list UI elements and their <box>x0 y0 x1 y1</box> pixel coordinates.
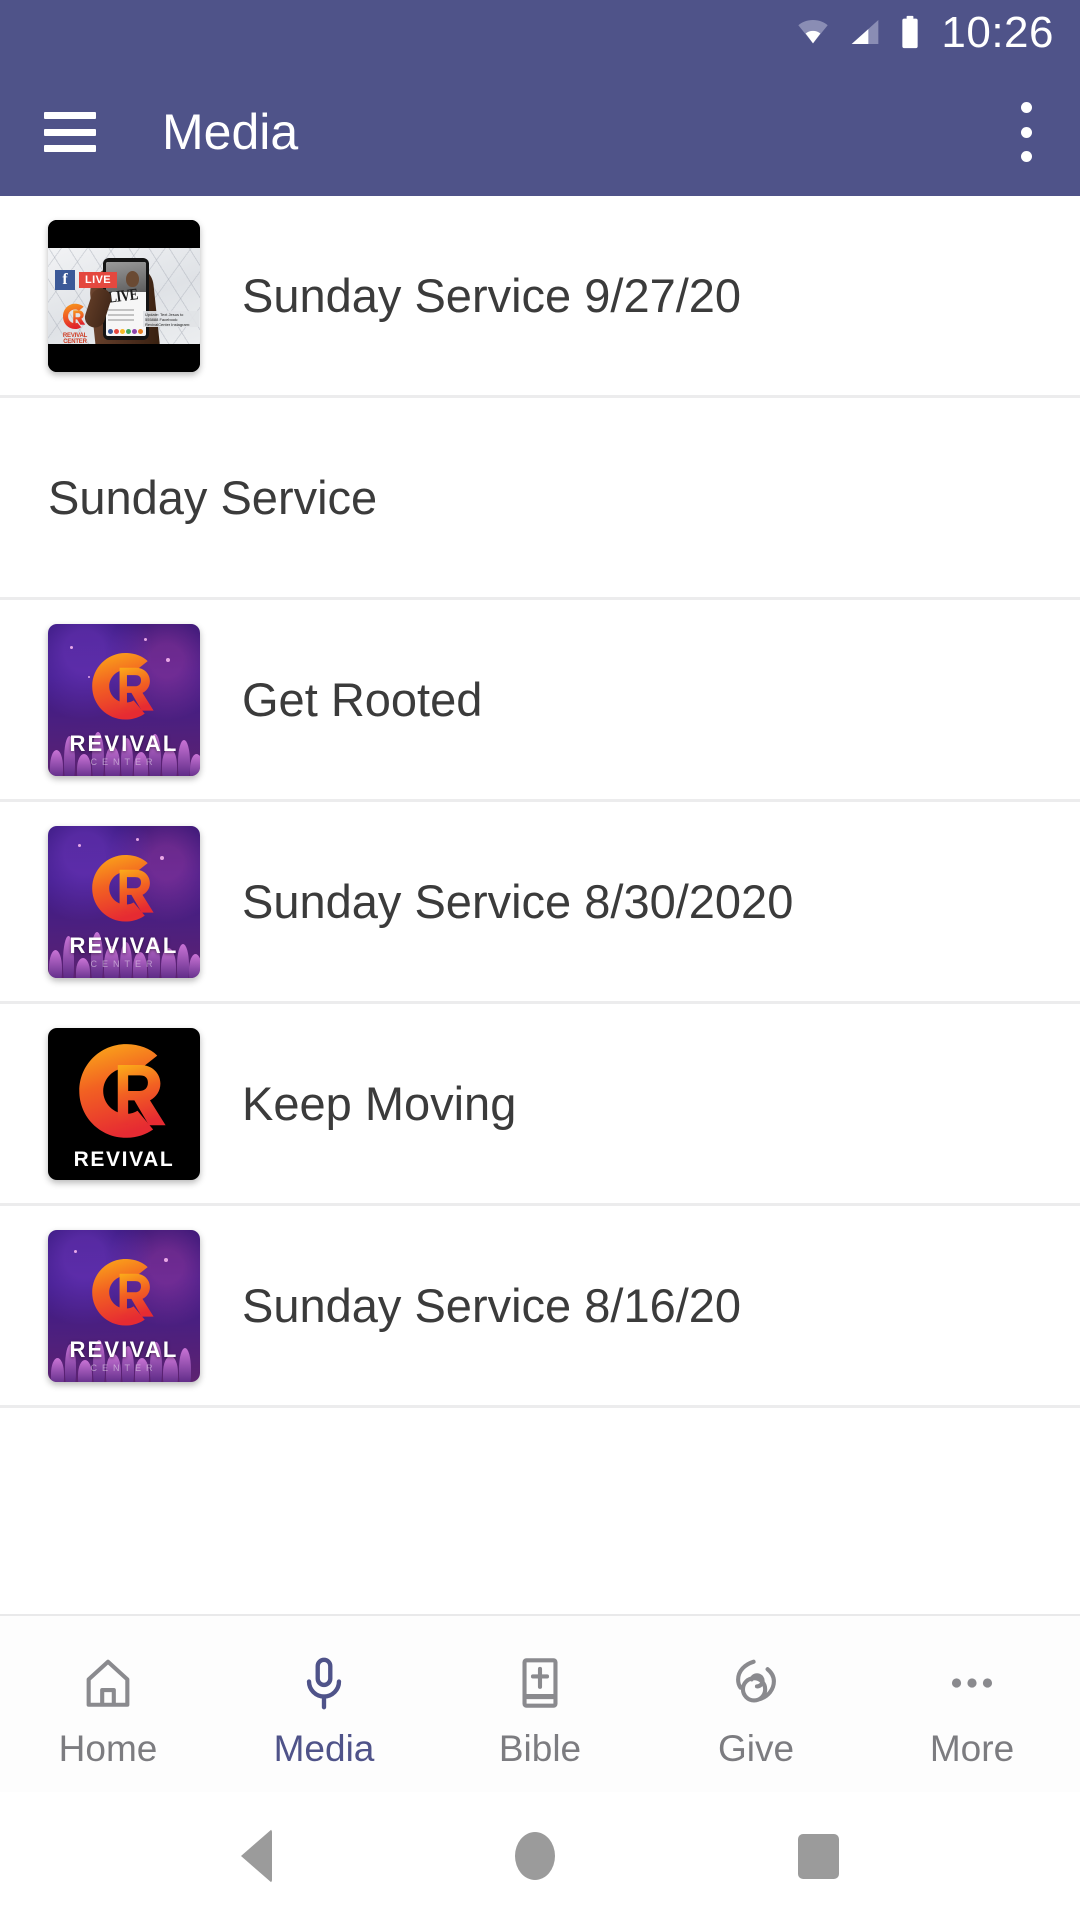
list-item-title: Sunday Service 8/30/2020 <box>242 874 794 928</box>
revival-r-monogram-icon <box>48 1256 200 1335</box>
nav-tab-more[interactable]: More <box>864 1616 1080 1792</box>
home-circle-icon <box>514 1832 555 1880</box>
thumbnail-caption: Update: Text Jesus to 555888 Facebook: R… <box>143 310 199 327</box>
hamburger-bar <box>44 128 96 136</box>
hamburger-menu-icon[interactable] <box>44 112 96 152</box>
list-item[interactable]: REVIVAL Keep Moving <box>0 1004 1080 1206</box>
media-list[interactable]: f LIVE REVIVAL CENTER LIVE Update: Text … <box>0 196 1080 1614</box>
nav-tab-label: Give <box>717 1727 795 1769</box>
revival-r-monogram-icon <box>72 1040 176 1144</box>
list-item[interactable]: REVIVAL CENTER UPDATE: We Stand! <box>0 1206 1080 1408</box>
list-item-title: Sunday Service <box>48 470 378 524</box>
revival-logo-text: REVIVAL CENTER <box>62 332 88 344</box>
overflow-dot <box>1020 151 1032 162</box>
home-icon <box>79 1652 137 1714</box>
list-item[interactable]: f LIVE REVIVAL CENTER LIVE Update: Text … <box>0 196 1080 398</box>
back-triangle-icon <box>241 1829 273 1883</box>
giving-hand-icon <box>727 1652 785 1714</box>
hamburger-bar <box>44 145 96 152</box>
list-item-title: Sunday Service 8/16/20 <box>242 1278 742 1332</box>
sparkle <box>70 645 73 649</box>
revival-r-monogram-icon <box>48 650 200 729</box>
revival-wordmark: REVIVAL <box>73 1147 175 1171</box>
revival-center-black-logo-thumbnail: REVIVAL <box>48 1027 200 1180</box>
sparkle <box>136 837 139 841</box>
nav-tab-label: Media <box>273 1727 375 1769</box>
thumbnail-artwork: f LIVE REVIVAL CENTER LIVE Update: Text … <box>48 247 200 344</box>
revival-center-concert-thumbnail: REVIVAL CENTER UPDATE: We Stand! <box>48 825 200 978</box>
reaction-dot <box>108 328 113 334</box>
comment-line <box>108 313 134 316</box>
revival-r-monogram-icon <box>48 852 200 931</box>
status-icons <box>793 15 923 54</box>
comment-line <box>108 308 134 311</box>
reaction-dot <box>138 328 143 334</box>
revival-logo: REVIVAL CENTER UPDATE: We Stand! <box>48 650 200 776</box>
more-dots-icon <box>943 1652 1001 1714</box>
revival-logo: REVIVAL CENTER UPDATE: We Stand! <box>48 1256 200 1382</box>
comment-line <box>108 318 134 321</box>
list-item-title: Keep Moving <box>242 1076 517 1130</box>
nav-tab-media[interactable]: Media <box>216 1616 432 1792</box>
revival-logo: REVIVAL CENTER UPDATE: We Stand! <box>48 852 200 978</box>
nav-tab-bible[interactable]: Bible <box>432 1616 648 1792</box>
revival-subword: CENTER <box>90 958 158 969</box>
overflow-dot <box>1020 102 1032 113</box>
status-bar: 10:26 <box>0 0 1080 68</box>
battery-full-icon <box>897 15 923 54</box>
bottom-navigation-bar: Home Media Bible Give More <box>0 1614 1080 1792</box>
letterbox-bar <box>48 219 200 248</box>
android-system-navigation <box>0 1792 1080 1920</box>
overflow-dot <box>1020 126 1032 138</box>
list-item[interactable]: REVIVAL CENTER UPDATE: We Stand! <box>0 600 1080 802</box>
facebook-icon: f <box>55 269 75 290</box>
nav-tab-label: Bible <box>498 1727 582 1769</box>
back-button[interactable] <box>241 1829 273 1883</box>
live-badge: LIVE <box>79 271 118 288</box>
wifi-icon <box>793 16 833 53</box>
revival-subword: CENTER <box>90 1362 158 1373</box>
facebook-live-badges: f LIVE <box>55 269 118 290</box>
status-bar-clock: 10:26 <box>941 7 1054 57</box>
app-bar: Media <box>0 68 1080 196</box>
revival-wordmark: REVIVAL <box>69 1336 179 1362</box>
reaction-dot <box>120 328 125 334</box>
revival-wordmark: REVIVAL <box>69 932 179 958</box>
list-item-title: Sunday Service 9/27/20 <box>242 268 742 322</box>
revival-center-concert-thumbnail: REVIVAL CENTER UPDATE: We Stand! <box>48 623 200 776</box>
phone-reaction-row <box>108 328 143 334</box>
recents-button[interactable] <box>797 1833 839 1879</box>
facebook-live-promo-thumbnail: f LIVE REVIVAL CENTER LIVE Update: Text … <box>48 219 200 372</box>
phone-comment-rows <box>108 308 134 324</box>
hamburger-bar <box>44 112 96 119</box>
nav-tab-label: Home <box>58 1727 158 1769</box>
nav-tab-home[interactable]: Home <box>0 1616 216 1792</box>
bible-book-icon <box>511 1652 569 1714</box>
reaction-dot <box>132 328 137 334</box>
revival-wordmark: REVIVAL <box>69 730 179 756</box>
page-title: Media <box>162 104 299 160</box>
home-button[interactable] <box>514 1832 555 1880</box>
overflow-menu-icon[interactable] <box>1002 100 1050 164</box>
sparkle <box>78 843 81 847</box>
sparkle <box>74 1249 77 1253</box>
sparkle <box>144 637 147 641</box>
list-item[interactable]: REVIVAL CENTER UPDATE: We Stand! <box>0 802 1080 1004</box>
cellular-signal-icon <box>847 16 883 53</box>
revival-center-concert-thumbnail: REVIVAL CENTER UPDATE: We Stand! <box>48 1229 200 1382</box>
letterbox-bar <box>48 343 200 372</box>
reaction-dot <box>114 328 119 334</box>
list-item-title: Get Rooted <box>242 672 483 726</box>
nav-tab-label: More <box>929 1727 1015 1769</box>
recents-square-icon <box>797 1833 839 1879</box>
list-item[interactable]: Sunday Service <box>0 398 1080 600</box>
reaction-dot <box>126 328 131 334</box>
app-screen: 10:26 Media f LIVE REVIVAL CENTER LIVE U… <box>0 0 1080 1920</box>
microphone-icon <box>295 1652 353 1714</box>
revival-subword: CENTER <box>90 756 158 767</box>
nav-tab-give[interactable]: Give <box>648 1616 864 1792</box>
